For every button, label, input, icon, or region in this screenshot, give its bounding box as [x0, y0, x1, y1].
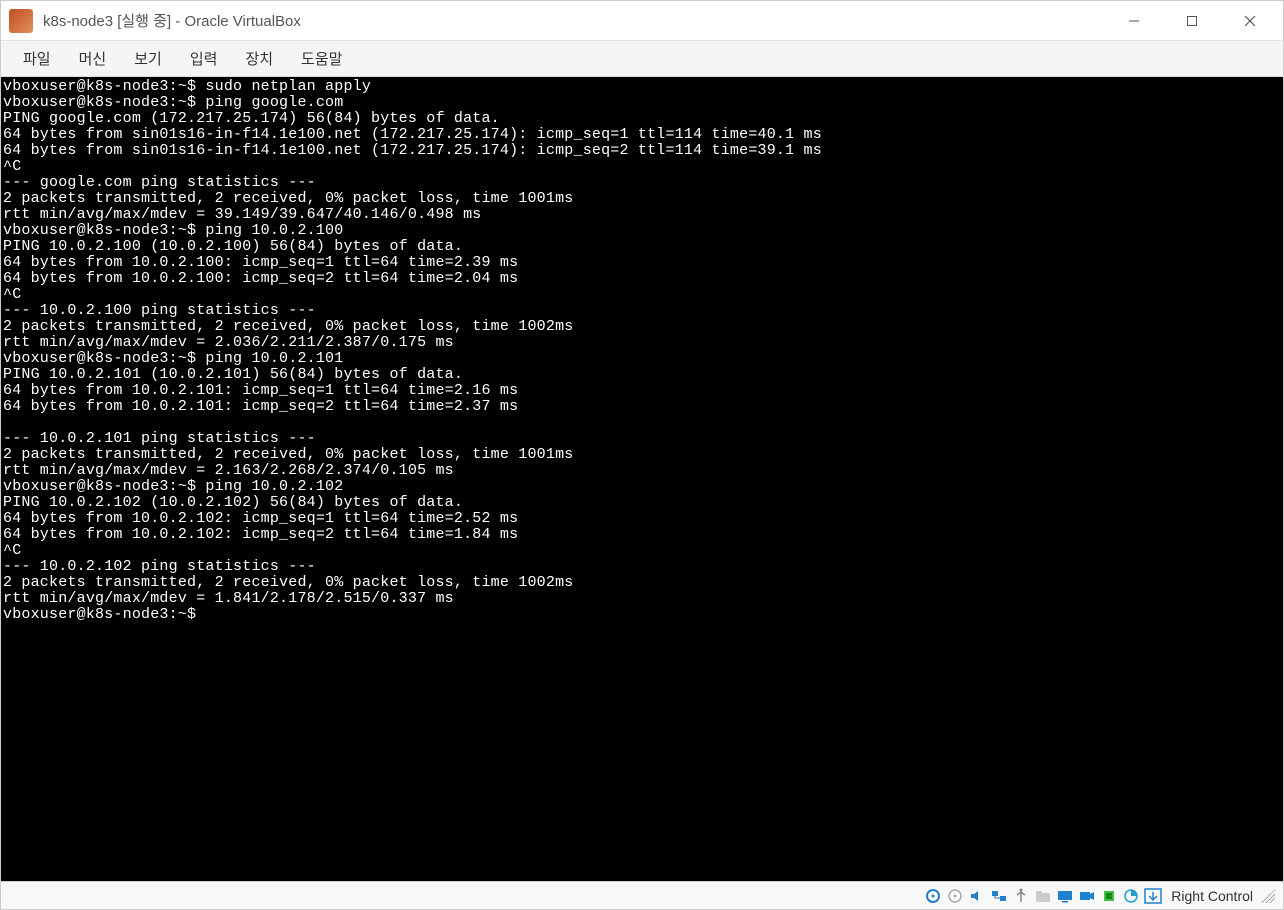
menu-machine[interactable]: 머신 [65, 42, 121, 75]
minimize-button[interactable] [1105, 1, 1163, 40]
network-icon[interactable] [989, 887, 1009, 905]
window-title: k8s-node3 [실행 중] - Oracle VirtualBox [43, 10, 1105, 31]
optical-icon[interactable] [945, 887, 965, 905]
audio-icon[interactable] [967, 887, 987, 905]
close-button[interactable] [1221, 1, 1279, 40]
window-controls [1105, 1, 1279, 40]
maximize-button[interactable] [1163, 1, 1221, 40]
menu-input[interactable]: 입력 [176, 42, 232, 75]
display-icon[interactable] [1055, 887, 1075, 905]
menu-help[interactable]: 도움말 [287, 42, 356, 75]
recording-icon[interactable] [1077, 887, 1097, 905]
menubar: 파일 머신 보기 입력 장치 도움말 [1, 41, 1283, 77]
cpu-icon[interactable] [1099, 887, 1119, 905]
host-key-label: Right Control [1171, 888, 1253, 904]
usb-icon[interactable] [1011, 887, 1031, 905]
app-icon [9, 9, 33, 33]
harddisk-icon[interactable] [923, 887, 943, 905]
menu-file[interactable]: 파일 [9, 42, 65, 75]
keyboard-icon[interactable] [1143, 887, 1163, 905]
mouse-icon[interactable] [1121, 887, 1141, 905]
resize-grip[interactable] [1261, 889, 1275, 903]
shared-folder-icon[interactable] [1033, 887, 1053, 905]
menu-view[interactable]: 보기 [120, 42, 176, 75]
statusbar: Right Control [1, 881, 1283, 909]
menu-devices[interactable]: 장치 [231, 42, 287, 75]
guest-terminal[interactable]: vboxuser@k8s-node3:~$ sudo netplan apply… [1, 77, 1283, 881]
titlebar: k8s-node3 [실행 중] - Oracle VirtualBox [1, 1, 1283, 41]
